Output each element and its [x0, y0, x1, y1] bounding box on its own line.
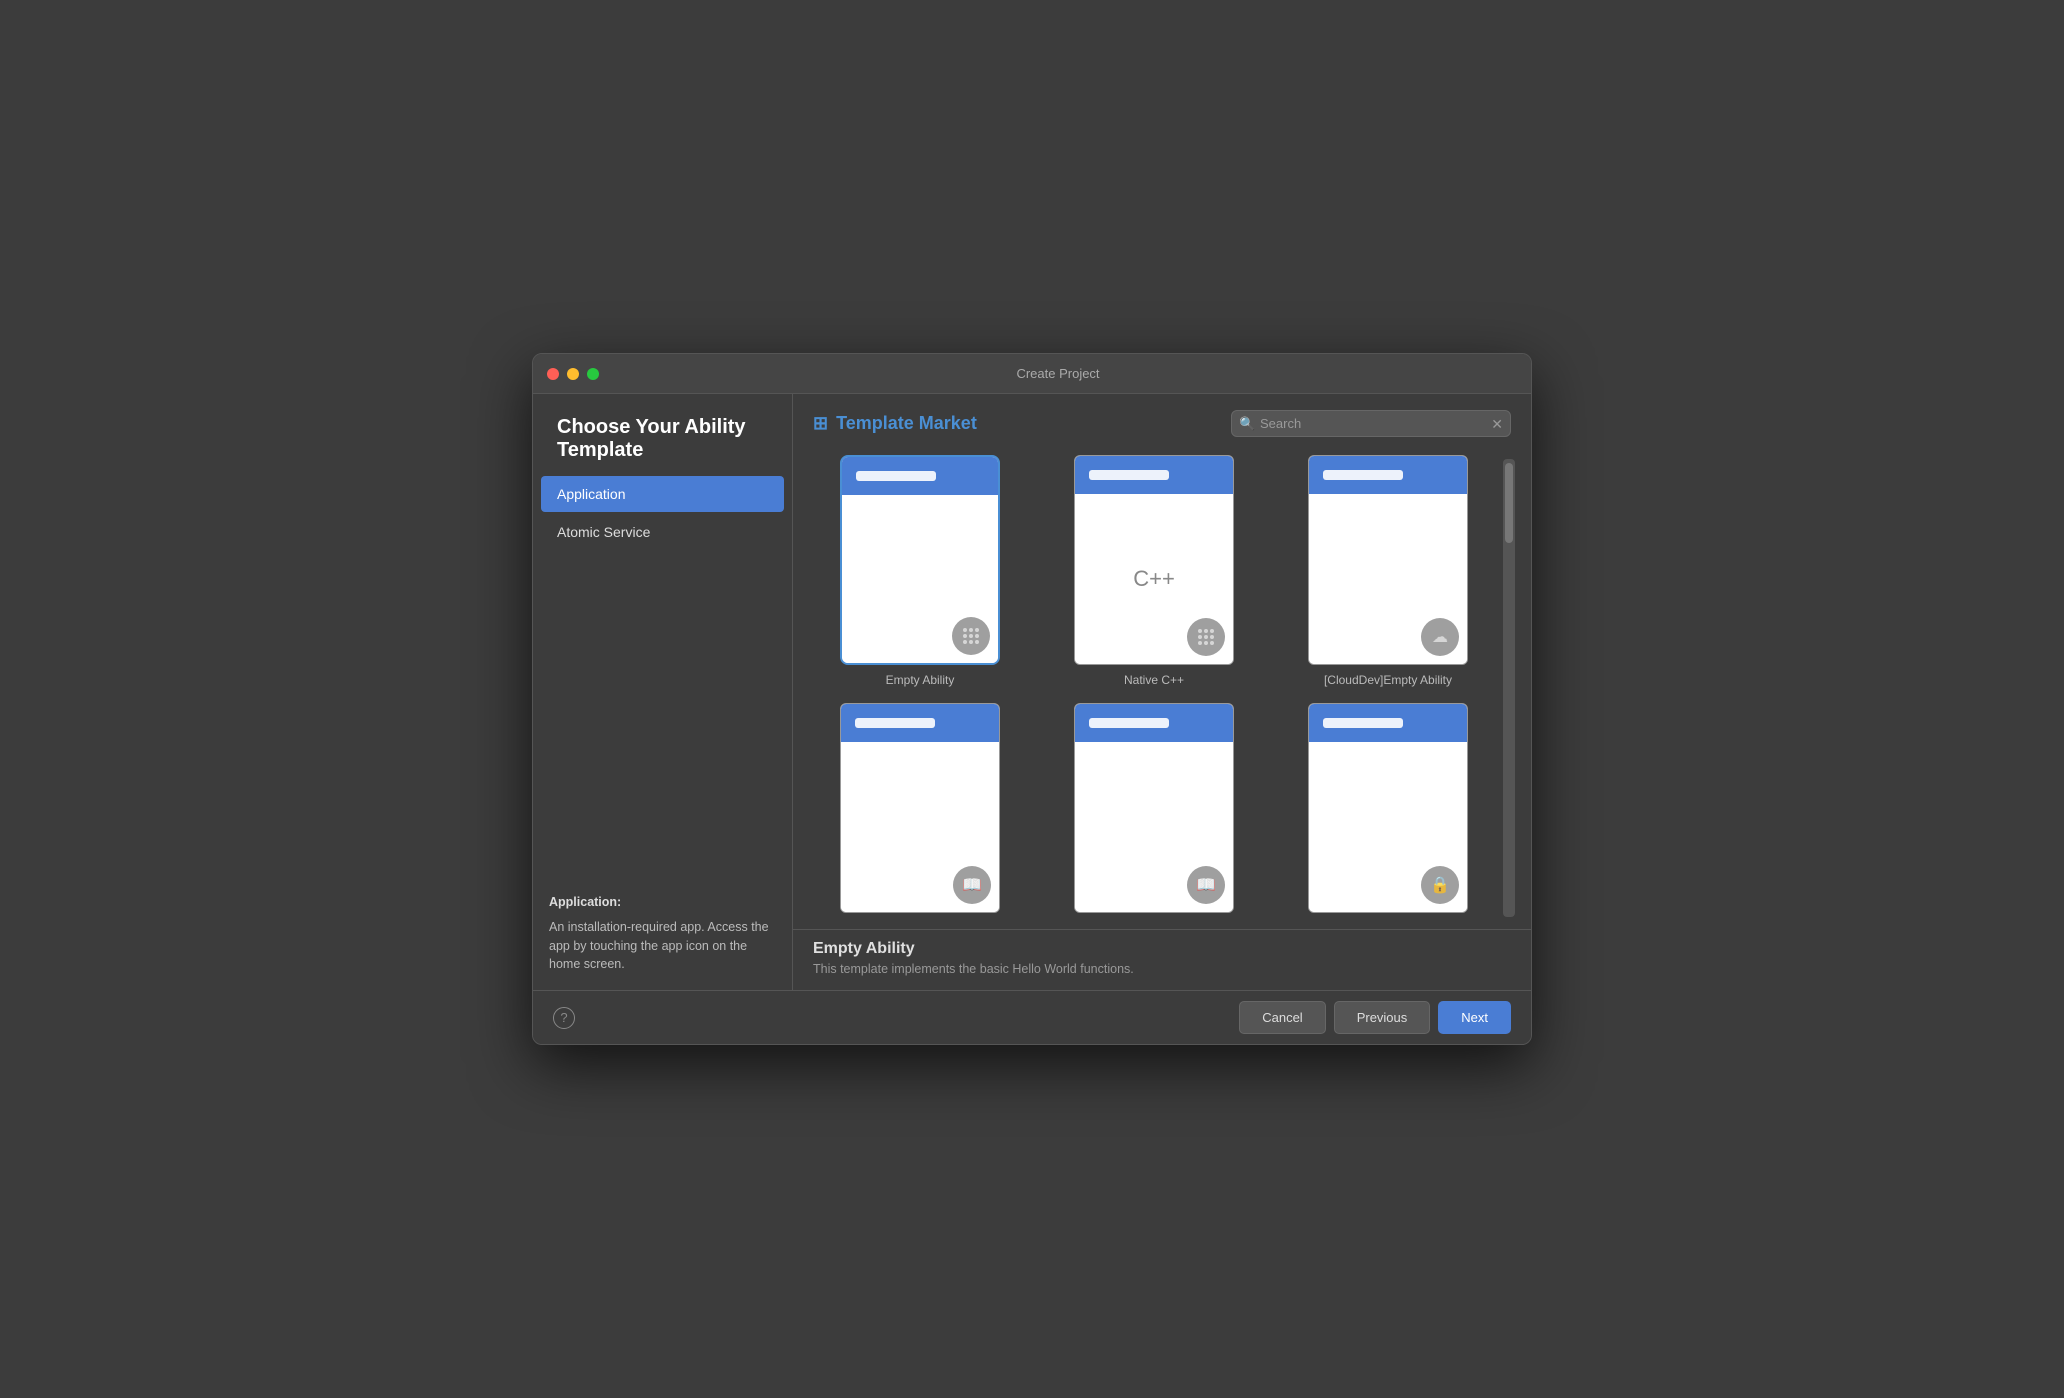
phone-mock-1 [840, 455, 1000, 665]
page-heading: Choose Your Ability Template [533, 394, 792, 476]
footer: ? Cancel Previous Next [533, 990, 1531, 1044]
description-title: Application: [549, 893, 776, 912]
template-label-2: Native C++ [1124, 673, 1184, 687]
sidebar-description: Application: An installation-required ap… [533, 877, 792, 990]
close-button[interactable] [547, 368, 559, 380]
help-icon[interactable]: ? [553, 1007, 575, 1029]
scrollbar-track[interactable] [1503, 459, 1515, 917]
badge-4: 📖 [953, 866, 991, 904]
titlebar: Create Project [533, 354, 1531, 394]
template-card-native-cpp[interactable]: C++ Native C++ [1047, 455, 1261, 687]
maximize-button[interactable] [587, 368, 599, 380]
template-card-empty-ability[interactable]: Empty Ability [813, 455, 1027, 687]
badge-5: 📖 [1187, 866, 1225, 904]
template-card-6[interactable]: 🔒 [1281, 703, 1495, 921]
previous-button[interactable]: Previous [1334, 1001, 1431, 1034]
template-label-3: [CloudDev]Empty Ability [1324, 673, 1452, 687]
badge-3: ☁ [1421, 618, 1459, 656]
badge-2 [1187, 618, 1225, 656]
description-text: An installation-required app. Access the… [549, 918, 776, 974]
phone-mock-5: 📖 [1074, 703, 1234, 913]
scrollbar-thumb[interactable] [1505, 463, 1513, 543]
phone-mock-2: C++ [1074, 455, 1234, 665]
sidebar: Choose Your Ability Template Application… [533, 394, 793, 990]
template-card-4[interactable]: 📖 [813, 703, 1027, 921]
cpp-label: C++ [1133, 566, 1175, 592]
window-title: Create Project [599, 366, 1517, 381]
template-card-5[interactable]: 📖 [1047, 703, 1261, 921]
selected-template-description: This template implements the basic Hello… [813, 962, 1511, 976]
template-market-icon: ⊞ [813, 413, 828, 434]
content-area: Choose Your Ability Template Application… [533, 394, 1531, 990]
phone-mock-4: 📖 [840, 703, 1000, 913]
search-container: 🔍 ✕ [1231, 410, 1511, 437]
selected-template-name: Empty Ability [813, 940, 1511, 958]
selected-template-info: Empty Ability This template implements t… [793, 929, 1531, 990]
template-label-1: Empty Ability [886, 673, 955, 687]
badge-6: 🔒 [1421, 866, 1459, 904]
templates-grid: Empty Ability C++ [813, 455, 1495, 921]
search-clear-button[interactable]: ✕ [1491, 417, 1503, 431]
search-input[interactable] [1231, 410, 1511, 437]
badge-1 [952, 617, 990, 655]
traffic-lights [547, 368, 599, 380]
template-card-clouddev-empty[interactable]: ☁ [CloudDev]Empty Ability [1281, 455, 1495, 687]
cancel-button[interactable]: Cancel [1239, 1001, 1325, 1034]
phone-mock-3: ☁ [1308, 455, 1468, 665]
main-header: ⊞ Template Market 🔍 ✕ [793, 394, 1531, 447]
minimize-button[interactable] [567, 368, 579, 380]
next-button[interactable]: Next [1438, 1001, 1511, 1034]
phone-mock-6: 🔒 [1308, 703, 1468, 913]
create-project-window: Create Project Choose Your Ability Templ… [532, 353, 1532, 1045]
sidebar-item-application[interactable]: Application [541, 476, 784, 512]
sidebar-item-atomic-service[interactable]: Atomic Service [541, 514, 784, 550]
main-panel: ⊞ Template Market 🔍 ✕ [793, 394, 1531, 990]
template-market-heading: ⊞ Template Market [813, 413, 977, 434]
templates-grid-area: Empty Ability C++ [793, 447, 1531, 929]
